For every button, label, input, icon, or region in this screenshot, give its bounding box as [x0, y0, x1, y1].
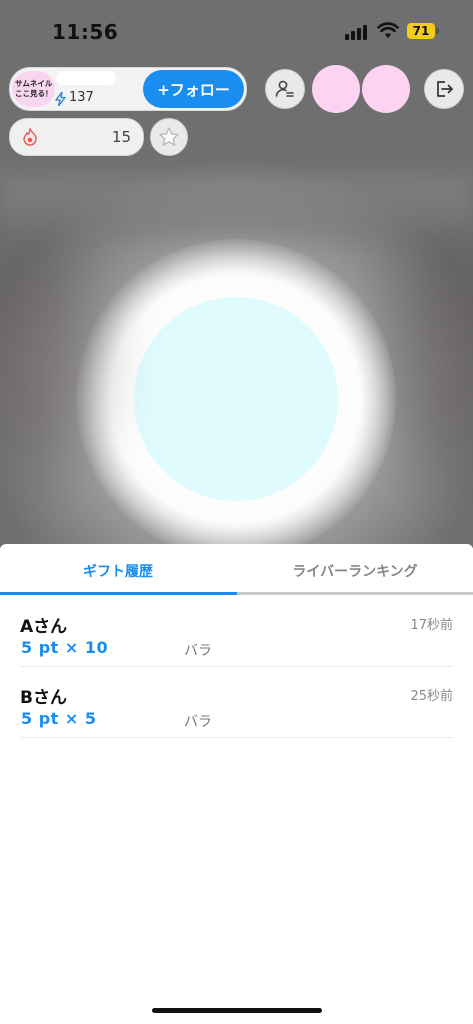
- thumbnail-text-2: ここ見る！: [15, 89, 53, 98]
- wifi-icon: [377, 22, 399, 38]
- exit-icon: [437, 81, 453, 97]
- battery-indicator: 71: [407, 23, 435, 39]
- gift-amount: 5 pt × 5: [21, 709, 97, 728]
- points-value: 15: [111, 128, 131, 146]
- points-pill[interactable]: 15: [9, 118, 144, 156]
- tab-underline-active: [0, 592, 237, 595]
- bolt-icon: [55, 92, 66, 106]
- favorite-button[interactable]: [150, 118, 188, 156]
- gift-item: バラ: [184, 643, 212, 659]
- tab-gift-history[interactable]: ギフト履歴: [0, 544, 236, 596]
- list-item[interactable]: Aさん 17秒前 5 pt × 10 バラ: [20, 596, 453, 667]
- tab-liver-ranking[interactable]: ライバーランキング: [237, 544, 473, 596]
- home-indicator[interactable]: [152, 1008, 322, 1013]
- bottom-panel: ギフト履歴 ライバーランキング Aさん 17秒前 5 pt × 10 バラ Bさ…: [0, 544, 473, 1024]
- gift-item: バラ: [184, 714, 212, 730]
- flame-icon: [23, 128, 37, 146]
- gift-time: 17秒前: [410, 618, 453, 633]
- streamer-name-redacted: [56, 71, 116, 85]
- user-list-icon: [275, 80, 294, 97]
- follower-count: 137: [69, 90, 94, 105]
- status-time: 11:56: [52, 20, 119, 44]
- streamer-thumbnail[interactable]: サムネイル ここ見る！: [12, 71, 55, 107]
- viewer-list-button[interactable]: [265, 69, 305, 109]
- gift-time: 25秒前: [410, 689, 453, 704]
- viewer-avatar-2[interactable]: [362, 65, 410, 113]
- background-shade: [383, 230, 473, 480]
- signal-icon: [345, 24, 371, 40]
- tab-bar: ギフト履歴 ライバーランキング: [0, 544, 473, 596]
- star-icon: [159, 127, 179, 146]
- follow-button[interactable]: +フォロー: [143, 70, 244, 108]
- status-bar: 11:56 71: [0, 0, 473, 60]
- tab-underline: [237, 592, 473, 595]
- gift-amount: 5 pt × 10: [21, 638, 109, 657]
- list-item[interactable]: Bさん 25秒前 5 pt × 5 バラ: [20, 667, 453, 738]
- gift-user: Bさん: [20, 688, 67, 708]
- gift-user: Aさん: [20, 617, 68, 637]
- thumbnail-text-1: サムネイル: [15, 79, 53, 88]
- battery-tip: [436, 28, 439, 34]
- streamer-card[interactable]: サムネイル ここ見る！ 137 +フォロー: [9, 67, 247, 111]
- exit-button[interactable]: [424, 69, 464, 109]
- light-orb: [134, 297, 338, 501]
- viewer-avatar-1[interactable]: [312, 65, 360, 113]
